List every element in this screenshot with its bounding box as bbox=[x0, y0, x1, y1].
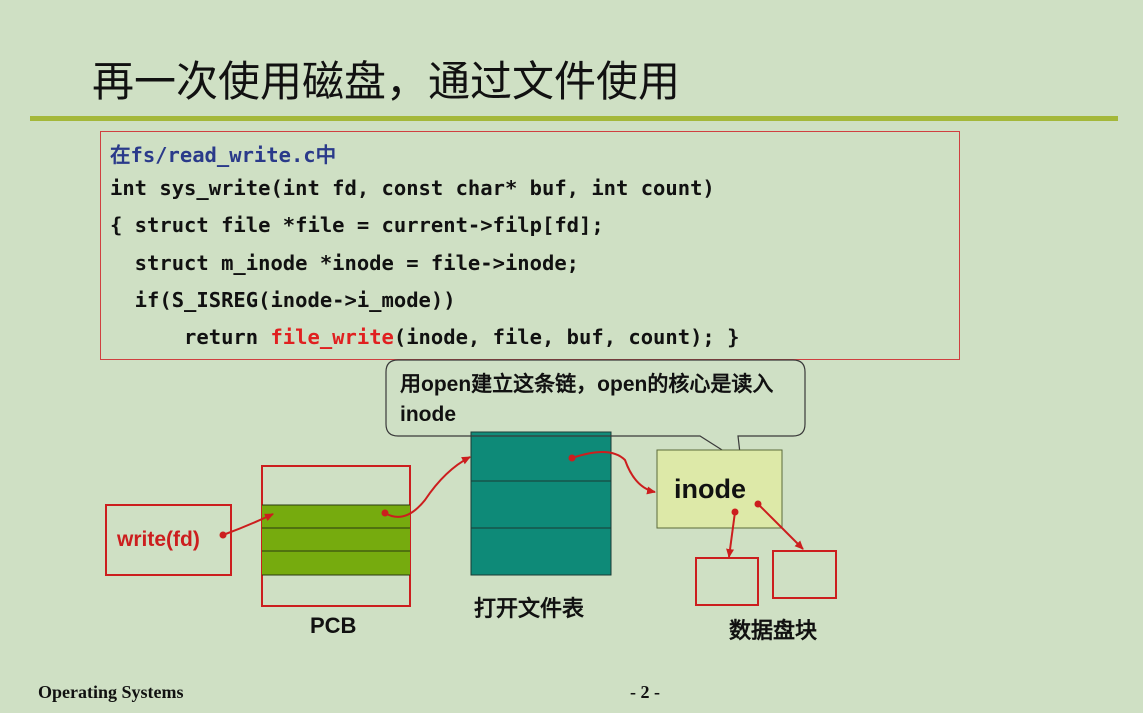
pcb-block bbox=[261, 465, 411, 607]
callout-text: 用open建立这条链，open的核心是读入inode bbox=[400, 373, 774, 426]
footer-page-number: - 2 - bbox=[630, 682, 660, 702]
footer-course: Operating Systems bbox=[38, 682, 184, 702]
data-blocks-label: 数据盘块 bbox=[729, 618, 818, 643]
data-block bbox=[695, 557, 759, 606]
write-fd-label: write(fd) bbox=[117, 528, 200, 551]
open-file-table-label: 打开文件表 bbox=[474, 596, 585, 621]
inode-label: inode bbox=[674, 474, 746, 504]
data-block bbox=[772, 550, 837, 599]
pcb-label: PCB bbox=[310, 613, 357, 638]
